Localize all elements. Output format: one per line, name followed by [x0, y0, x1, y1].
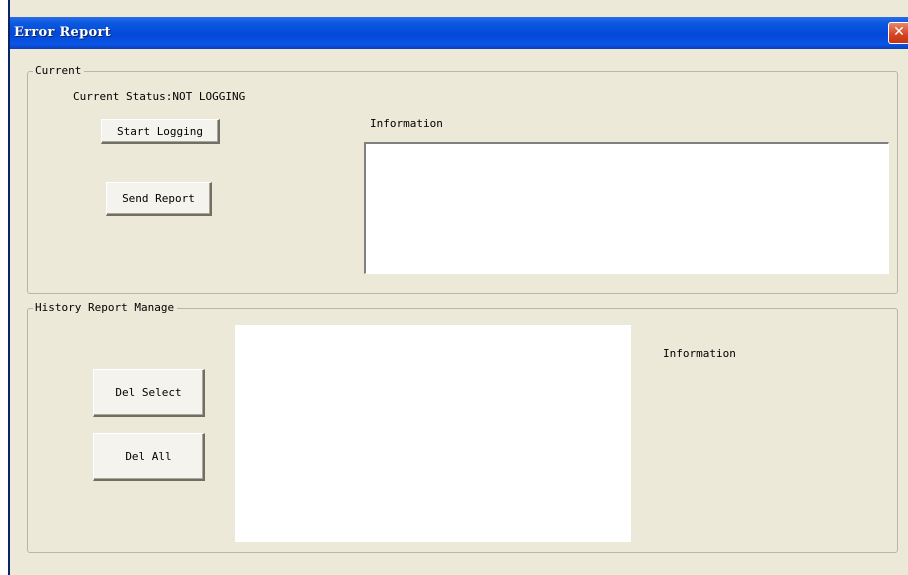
del-all-button[interactable]: Del All [93, 433, 205, 481]
close-button[interactable]: ✕ [888, 22, 908, 44]
history-report-list[interactable] [235, 325, 631, 542]
del-select-button[interactable]: Del Select [93, 369, 205, 417]
current-status-text: Current Status:NOT LOGGING [73, 90, 246, 103]
send-report-button[interactable]: Send Report [106, 182, 212, 216]
start-logging-button[interactable]: Start Logging [101, 119, 220, 144]
title-bar[interactable]: Error Report ✕ [10, 17, 908, 49]
current-information-label: Information [370, 117, 443, 130]
history-group-label: History Report Manage [33, 301, 178, 315]
window-title: Error Report [14, 25, 111, 40]
error-report-window: Error Report ✕ Current Current Status:NO… [8, 0, 908, 575]
close-icon: ✕ [893, 24, 905, 40]
current-group-label: Current [33, 64, 85, 78]
window-body: Current Current Status:NOT LOGGING Start… [10, 49, 908, 575]
current-information-textbox[interactable] [364, 142, 889, 274]
history-information-label: Information [663, 347, 736, 360]
